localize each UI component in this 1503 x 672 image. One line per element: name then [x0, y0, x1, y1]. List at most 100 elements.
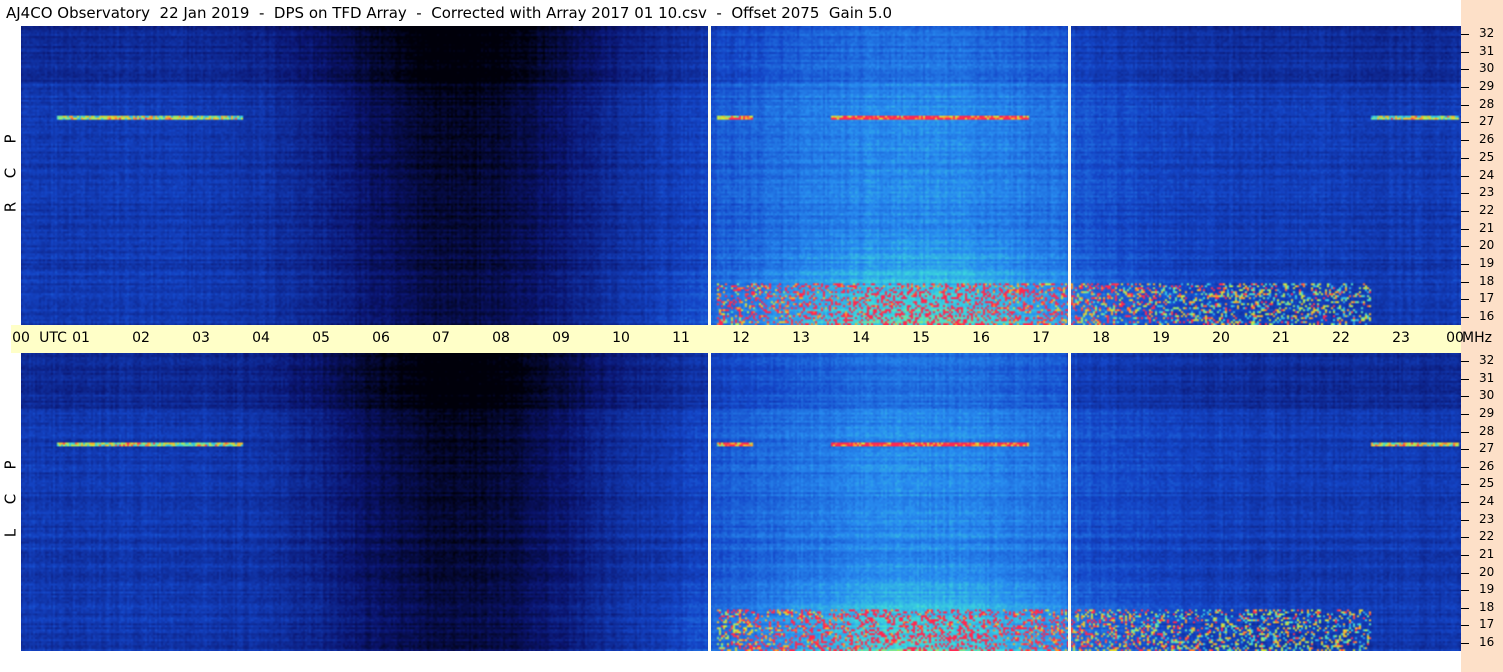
y-tick-label: 29 — [1479, 406, 1495, 420]
y-tick-mark — [1461, 625, 1469, 626]
x-tick-label: 11 — [672, 330, 690, 346]
rcp-spectrogram-canvas — [21, 26, 1461, 325]
y-tick-label: 30 — [1479, 388, 1495, 402]
y-tick-label: 24 — [1479, 168, 1495, 182]
x-tick-label: 16 — [972, 330, 990, 346]
y-tick-label: 23 — [1479, 185, 1495, 199]
y-tick-mark — [1461, 555, 1469, 556]
utc-time-axis: UTC 00 01 02 03 04 05 06 07 08 09 10 11 12 13 14 15 16 17… — [11, 325, 1492, 353]
rcp-polarization-label: P C R — [0, 122, 21, 224]
y-tick-label: 25 — [1479, 476, 1495, 490]
y-tick-label: 17 — [1479, 291, 1495, 305]
lcp-spectrogram-canvas — [21, 353, 1461, 651]
y-tick-mark — [1461, 379, 1469, 380]
y-tick-mark — [1461, 299, 1469, 300]
y-tick-mark — [1461, 211, 1469, 212]
lcp-polarization-label: P C L — [0, 448, 21, 550]
rcp-spectrogram-panel — [21, 26, 1461, 325]
y-tick-label: 21 — [1479, 547, 1495, 561]
x-tick-label: 13 — [792, 330, 810, 346]
polarization-letter: P — [1, 460, 20, 470]
y-unit-label: MHz — [1462, 330, 1492, 346]
y-tick-mark — [1461, 176, 1469, 177]
y-tick-label: 28 — [1479, 424, 1495, 438]
polarization-letter: C — [1, 493, 20, 505]
y-tick-label: 16 — [1479, 309, 1495, 323]
x-tick-label: 17 — [1032, 330, 1050, 346]
y-tick-label: 32 — [1479, 26, 1495, 40]
y-tick-mark — [1461, 573, 1469, 574]
y-tick-label: 22 — [1479, 203, 1495, 217]
polarization-letter: L — [1, 528, 20, 538]
x-tick-label: 18 — [1092, 330, 1110, 346]
time-separator-line — [708, 26, 711, 325]
polarization-letter: R — [1, 201, 20, 213]
x-tick-label: 01 — [72, 330, 90, 346]
bottom-margin — [0, 651, 1461, 672]
y-tick-mark — [1461, 52, 1469, 53]
time-separator-line — [708, 353, 711, 651]
x-unit-label: UTC — [39, 330, 67, 346]
x-tick-label: 00 — [12, 330, 30, 346]
chart-title: AJ4CO Observatory 22 Jan 2019 - DPS on T… — [0, 0, 1461, 26]
y-tick-label: 16 — [1479, 635, 1495, 649]
y-tick-mark — [1461, 105, 1469, 106]
y-tick-mark — [1461, 317, 1469, 318]
y-tick-label: 20 — [1479, 238, 1495, 252]
y-tick-label: 26 — [1479, 459, 1495, 473]
y-tick-mark — [1461, 643, 1469, 644]
y-tick-mark — [1461, 69, 1469, 70]
x-tick-label: 09 — [552, 330, 570, 346]
x-tick-label: 02 — [132, 330, 150, 346]
y-tick-label: 31 — [1479, 371, 1495, 385]
y-tick-mark — [1461, 467, 1469, 468]
y-tick-mark — [1461, 140, 1469, 141]
frequency-axis-top: 16 17 18 19 20 21 22 23 24 25 26 27 28 29 30 31 32 — [1461, 26, 1503, 325]
y-tick-mark — [1461, 229, 1469, 230]
y-tick-mark — [1461, 246, 1469, 247]
y-tick-mark — [1461, 396, 1469, 397]
x-tick-label: 04 — [252, 330, 270, 346]
y-tick-mark — [1461, 264, 1469, 265]
x-tick-label: 03 — [192, 330, 210, 346]
y-tick-label: 22 — [1479, 529, 1495, 543]
x-tick-label: 22 — [1332, 330, 1350, 346]
time-separator-line — [1068, 353, 1071, 651]
y-tick-label: 27 — [1479, 441, 1495, 455]
lcp-spectrogram-panel — [21, 353, 1461, 651]
y-tick-label: 19 — [1479, 582, 1495, 596]
y-tick-label: 20 — [1479, 565, 1495, 579]
polarization-letter: P — [1, 134, 20, 144]
y-tick-label: 25 — [1479, 150, 1495, 164]
x-tick-label: 05 — [312, 330, 330, 346]
polarization-letter: C — [1, 167, 20, 179]
y-tick-label: 18 — [1479, 274, 1495, 288]
x-tick-label: 19 — [1152, 330, 1170, 346]
y-tick-label: 24 — [1479, 494, 1495, 508]
frequency-axis-bottom: 16 17 18 19 20 21 22 23 24 25 26 27 28 29 30 31 32 — [1461, 353, 1503, 651]
y-tick-label: 26 — [1479, 132, 1495, 146]
x-tick-label: 23 — [1392, 330, 1410, 346]
y-tick-label: 19 — [1479, 256, 1495, 270]
x-tick-label: 20 — [1212, 330, 1230, 346]
y-tick-label: 30 — [1479, 61, 1495, 75]
y-tick-mark — [1461, 484, 1469, 485]
x-tick-label: 12 — [732, 330, 750, 346]
y-tick-mark — [1461, 432, 1469, 433]
y-tick-mark — [1461, 282, 1469, 283]
y-tick-label: 17 — [1479, 617, 1495, 631]
x-tick-label: 06 — [372, 330, 390, 346]
x-tick-label: 15 — [912, 330, 930, 346]
y-tick-label: 21 — [1479, 221, 1495, 235]
y-tick-label: 31 — [1479, 44, 1495, 58]
y-tick-label: 28 — [1479, 97, 1495, 111]
y-tick-mark — [1461, 520, 1469, 521]
y-tick-label: 29 — [1479, 79, 1495, 93]
x-tick-label: 08 — [492, 330, 510, 346]
x-tick-label: 21 — [1272, 330, 1290, 346]
y-tick-label: 23 — [1479, 512, 1495, 526]
y-tick-mark — [1461, 193, 1469, 194]
y-tick-mark — [1461, 608, 1469, 609]
y-tick-mark — [1461, 87, 1469, 88]
y-tick-label: 18 — [1479, 600, 1495, 614]
